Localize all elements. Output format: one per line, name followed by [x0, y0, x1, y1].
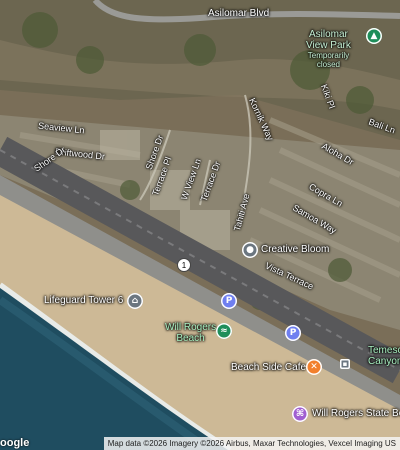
lifeguard-tower-label[interactable]: Lifeguard Tower 6: [44, 296, 123, 306]
park-status-line-2: closed: [316, 60, 340, 69]
beach-name-line-2: Beach: [176, 333, 205, 344]
park-pin-icon[interactable]: ▲: [366, 28, 382, 44]
park-status-line-1: Temporarily: [307, 51, 350, 60]
street-label-asilomar-blvd: Asilomar Blvd: [208, 8, 270, 19]
restaurant-pin-icon[interactable]: ✕: [306, 359, 322, 375]
lifeguard-tower-pin-icon[interactable]: ⌂: [127, 293, 143, 309]
will-rogers-state-beach-label[interactable]: Will Rogers State Be: [312, 409, 400, 419]
beach-pin-icon[interactable]: ≈: [216, 323, 232, 339]
satellite-map[interactable]: Asilomar Blvd Seaview Ln Driftwood Dr Sh…: [0, 0, 400, 450]
parking-pin-icon[interactable]: P: [285, 325, 301, 341]
creative-bloom-pin-icon[interactable]: ●: [242, 242, 258, 258]
temescal-line-1: Temesca: [368, 345, 400, 356]
temescal-line-2: Canyon: [368, 356, 400, 367]
creative-bloom-label[interactable]: Creative Bloom: [261, 245, 329, 255]
temescal-canyon-label[interactable]: Temesca Canyon: [368, 346, 400, 367]
google-logo: oogle: [0, 437, 30, 449]
asilomar-view-park-label[interactable]: Asilomar View Park Temporarily closed: [306, 30, 351, 69]
map-attribution[interactable]: Map data ©2026 Imagery ©2026 Airbus, Max…: [103, 437, 400, 450]
state-beach-pin-icon[interactable]: ⌘: [292, 406, 308, 422]
parking-pin-icon[interactable]: P: [221, 293, 237, 309]
beach-name-line-1: Will Rogers: [165, 322, 217, 333]
bus-stop-icon[interactable]: ▪: [340, 359, 350, 369]
park-name-line-1: Asilomar: [308, 29, 348, 40]
will-rogers-beach-label[interactable]: Will Rogers Beach: [165, 323, 216, 344]
route-1-shield-icon: 1: [177, 258, 191, 272]
beach-side-cafe-label[interactable]: Beach Side Cafe: [231, 363, 306, 373]
park-name-line-2: View Park: [306, 40, 351, 51]
